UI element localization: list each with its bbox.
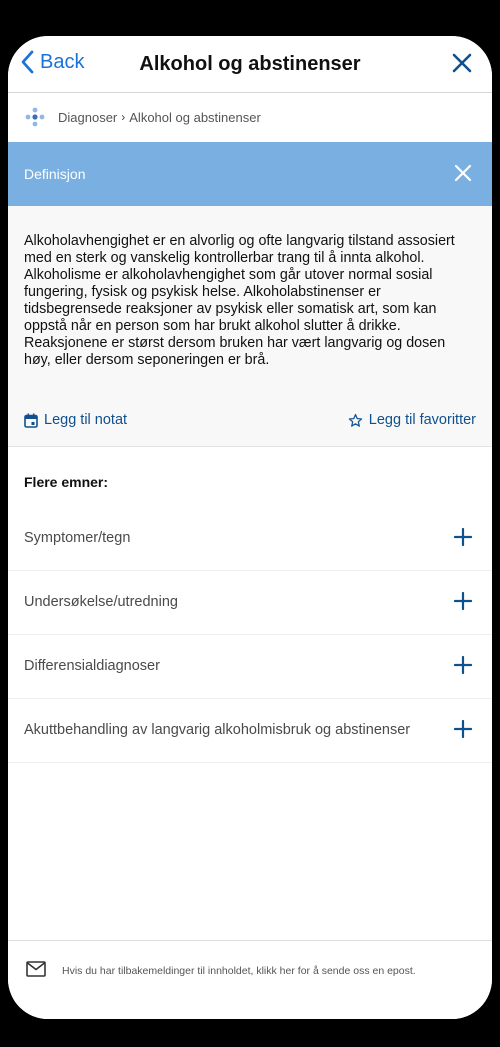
action-bar: Legg til notat Legg til favoritter [8, 406, 492, 447]
close-icon [452, 53, 472, 73]
star-icon [348, 413, 363, 427]
chevron-right-icon: › [121, 110, 126, 124]
add-note-button[interactable]: Legg til notat [24, 412, 127, 428]
more-topics-heading: Flere emner: [24, 474, 109, 490]
topic-label: Differensialdiagnoser [24, 658, 160, 674]
topic-examination[interactable]: Undersøkelse/utredning [8, 570, 492, 635]
navigation-bar: Back Alkohol og abstinenser [8, 36, 492, 93]
chevron-left-icon [21, 50, 34, 74]
plus-icon [454, 528, 472, 546]
plus-icon [454, 592, 472, 610]
definition-text: Alkoholavhengighet er en alvorlig og oft… [24, 233, 455, 368]
add-favorite-button[interactable]: Legg til favoritter [348, 412, 476, 428]
breadcrumb-root-link[interactable]: Diagnoser [58, 110, 117, 125]
topic-label: Symptomer/tegn [24, 530, 131, 546]
definition-header: Definisjon [8, 142, 492, 206]
topic-symptoms[interactable]: Symptomer/tegn [8, 506, 492, 571]
topic-acute-treatment[interactable]: Akuttbehandling av langvarig alkoholmisb… [8, 698, 492, 763]
definition-close-button[interactable] [454, 164, 472, 187]
plus-icon [454, 656, 472, 674]
topic-differential-diagnoses[interactable]: Differensialdiagnoser [8, 634, 492, 699]
breadcrumb: Diagnoser › Alkohol og abstinenser [8, 93, 492, 141]
calendar-icon [24, 413, 38, 428]
breadcrumb-current: Alkohol og abstinenser [129, 109, 261, 125]
app-logo-icon [25, 107, 45, 127]
plus-icon [454, 720, 472, 738]
add-note-label: Legg til notat [44, 412, 128, 428]
app-screen: Back Alkohol og abstinenser Diagnoser › … [8, 36, 492, 1019]
close-button[interactable] [452, 53, 472, 78]
topic-label: Undersøkelse/utredning [24, 594, 178, 610]
back-button[interactable]: Back [20, 50, 84, 74]
feedback-link[interactable]: Hvis du har tilbakemeldinger til innhold… [8, 940, 492, 1019]
feedback-text: Hvis du har tilbakemeldinger til innhold… [62, 965, 416, 977]
mail-icon [26, 961, 46, 977]
definition-label: Definisjon [24, 166, 86, 182]
topic-label: Akuttbehandling av langvarig alkoholmisb… [24, 722, 411, 738]
close-icon [454, 164, 472, 182]
add-favorite-label: Legg til favoritter [368, 412, 476, 428]
back-label: Back [40, 50, 85, 73]
